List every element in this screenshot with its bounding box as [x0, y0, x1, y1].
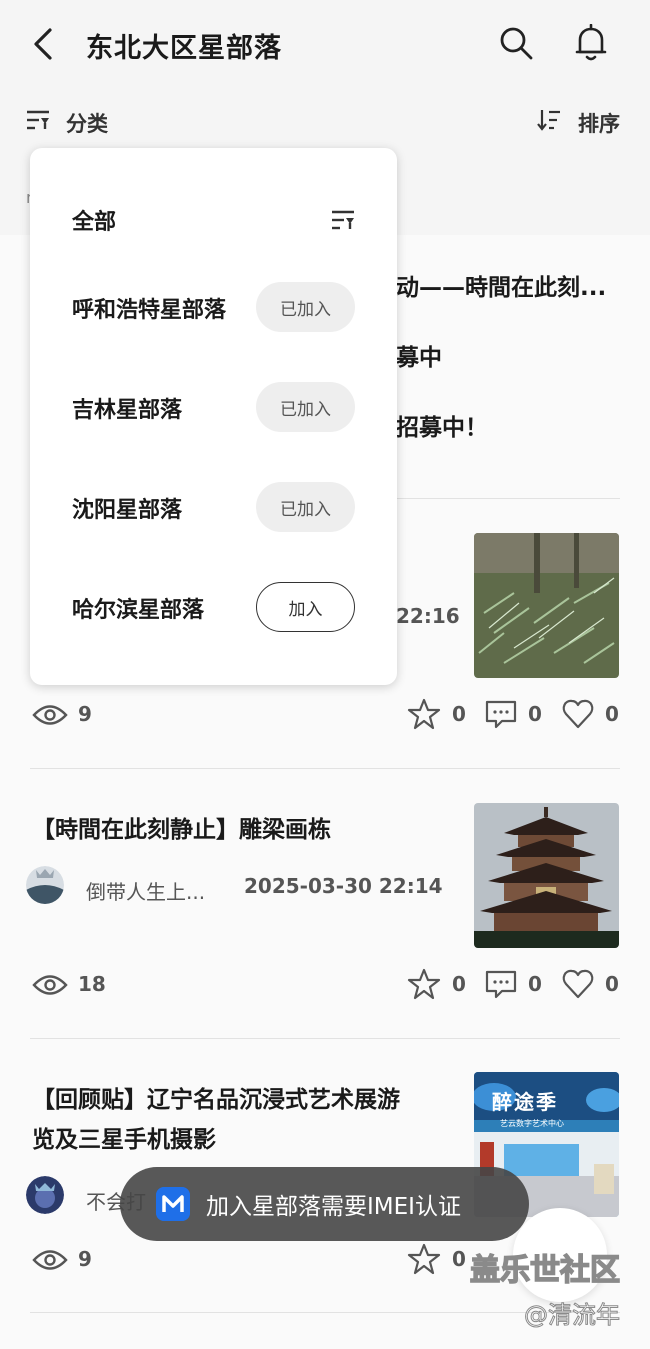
fern-thumbnail[interactable]: [474, 533, 619, 678]
category-filter-button[interactable]: 分类: [25, 104, 117, 138]
heart-icon[interactable]: [561, 697, 595, 731]
divider: [30, 768, 620, 769]
toast-text: 加入星部落需要IMEI认证: [206, 1194, 461, 1220]
filter-icon[interactable]: [330, 208, 356, 232]
sort-icon: [537, 110, 560, 131]
views-eye-icon: [32, 975, 68, 995]
filter-label: 分类: [66, 112, 108, 136]
author-avatar[interactable]: [26, 866, 64, 904]
divider: [30, 1038, 620, 1039]
page-title: 东北大区星部落: [86, 33, 282, 64]
app-logo-icon: [156, 1187, 190, 1221]
search-icon[interactable]: [498, 25, 534, 61]
post-date: 2025-03-30 22:14: [244, 874, 443, 898]
author-name[interactable]: 倒带人生上...: [86, 876, 205, 905]
joined-button[interactable]: 已加入: [256, 382, 355, 432]
thumbnail-sign-text: 醉途季: [492, 1090, 558, 1114]
join-button[interactable]: 加入: [256, 582, 355, 632]
sort-button[interactable]: 排序: [536, 104, 626, 138]
tribe-name[interactable]: 哈尔滨星部落: [72, 592, 204, 624]
back-arrow-icon[interactable]: [28, 26, 60, 62]
tribe-name[interactable]: 沈阳星部落: [72, 492, 182, 524]
views-count: 9: [78, 702, 92, 726]
pagoda-thumbnail[interactable]: [474, 803, 619, 948]
toast-message: 加入星部落需要IMEI认证: [120, 1167, 529, 1241]
post-time-partial: 22:16: [396, 604, 460, 628]
author-avatar[interactable]: [26, 1176, 64, 1214]
tribe-name[interactable]: 呼和浩特星部落: [72, 292, 226, 324]
star-icon[interactable]: [407, 967, 441, 1001]
post-title-line2[interactable]: 览及三星手机摄影: [32, 1120, 216, 1154]
star-count: 0: [452, 702, 466, 726]
post-line-partial[interactable]: 募中: [396, 338, 442, 372]
filter-icon: [27, 110, 49, 130]
post-title-partial[interactable]: 动——時間在此刻...: [396, 268, 606, 302]
star-count: 0: [452, 972, 466, 996]
thumbnail-sub-text: 艺云数字艺术中心: [500, 1119, 564, 1128]
star-icon[interactable]: [407, 1242, 441, 1276]
dropdown-all-option[interactable]: 全部: [72, 204, 116, 236]
star-icon[interactable]: [407, 697, 441, 731]
watermark-text: 盖乐世社区: [469, 1252, 621, 1289]
post-title[interactable]: 【時間在此刻静止】雕梁画栋: [32, 810, 331, 844]
category-dropdown: 全部 呼和浩特星部落 已加入 吉林星部落 已加入 沈阳星部落 已加入 哈尔滨星部…: [30, 148, 397, 685]
heart-icon[interactable]: [561, 967, 595, 1001]
like-count: 0: [605, 972, 619, 996]
comment-icon[interactable]: [484, 697, 518, 731]
star-count: 0: [452, 1247, 466, 1271]
notification-bell-icon[interactable]: [574, 24, 608, 62]
views-count: 9: [78, 1247, 92, 1271]
joined-button[interactable]: 已加入: [256, 282, 355, 332]
watermark-author: @清流年: [524, 1301, 621, 1330]
comment-count: 0: [528, 972, 542, 996]
post-line-partial[interactable]: 招募中！: [396, 408, 488, 442]
post-title-line1[interactable]: 【回顾贴】辽宁名品沉浸式艺术展游: [32, 1080, 400, 1114]
comment-count: 0: [528, 702, 542, 726]
like-count: 0: [605, 702, 619, 726]
views-eye-icon: [32, 705, 68, 725]
views-count: 18: [78, 972, 106, 996]
sort-label: 排序: [578, 112, 620, 136]
views-eye-icon: [32, 1250, 68, 1270]
comment-icon[interactable]: [484, 967, 518, 1001]
joined-button[interactable]: 已加入: [256, 482, 355, 532]
tribe-name[interactable]: 吉林星部落: [72, 392, 182, 424]
